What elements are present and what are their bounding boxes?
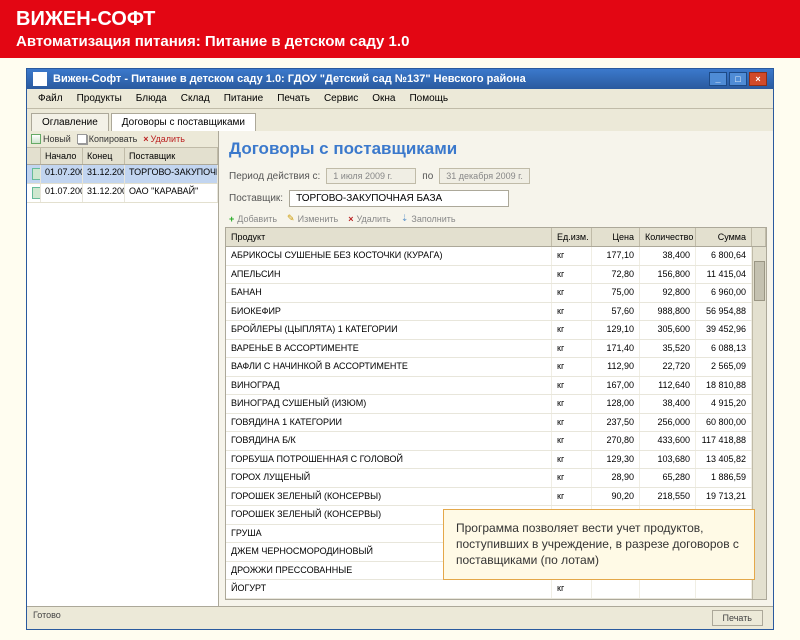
menu-warehouse[interactable]: Склад	[174, 91, 217, 106]
supplier-label: Поставщик:	[229, 193, 283, 204]
menu-help[interactable]: Помощь	[402, 91, 455, 106]
table-row[interactable]: ГОВЯДИНА Б/Ккг270,80433,600117 418,88	[226, 432, 752, 451]
contract-row[interactable]: 01.07.2009 31.12.2009 ТОРГОВО-ЗАКУПОЧНАЯ…	[27, 165, 218, 184]
footer-print-button[interactable]: Печать	[712, 610, 763, 626]
table-row[interactable]: ВИНОГРАД СУШЕНЫЙ (ИЗЮМ)кг128,0038,4004 9…	[226, 395, 752, 414]
new-button[interactable]: Новый	[31, 134, 71, 144]
col-unit[interactable]: Ед.изм.	[552, 228, 592, 246]
tabs: Оглавление Договоры с поставщиками	[27, 109, 773, 131]
banner-title: ВИЖЕН-СОФТ	[16, 8, 784, 31]
grid-edit-button[interactable]: ✎Изменить	[287, 213, 338, 224]
right-pane: Договоры с поставщиками Период действия …	[219, 131, 773, 606]
menu-print[interactable]: Печать	[270, 91, 317, 106]
menu-nutrition[interactable]: Питание	[217, 91, 270, 106]
table-row[interactable]: БИОКЕФИРкг57,60988,80056 954,88	[226, 303, 752, 322]
col-end: Конец	[83, 148, 125, 164]
delete-button[interactable]: ×Удалить	[143, 134, 185, 144]
menu-dishes[interactable]: Блюда	[129, 91, 174, 106]
left-grid-header: Начало Конец Поставщик	[27, 148, 218, 165]
table-row[interactable]: ГОРБУША ПОТРОШЕННАЯ С ГОЛОВОЙкг129,30103…	[226, 451, 752, 470]
period-filter: Период действия с: 1 июля 2009 г. по 31 …	[219, 165, 773, 187]
page-title: Договоры с поставщиками	[219, 131, 773, 165]
banner-subtitle: Автоматизация питания: Питание в детском…	[16, 33, 784, 50]
copy-button[interactable]: Копировать	[77, 134, 137, 144]
delete-icon: ×	[348, 214, 353, 224]
grid-add-button[interactable]: +Добавить	[229, 213, 277, 224]
app-icon	[33, 72, 47, 86]
delete-icon: ×	[143, 134, 148, 144]
menu-products[interactable]: Продукты	[70, 91, 129, 106]
left-toolbar: Новый Копировать ×Удалить	[27, 131, 218, 148]
col-supplier: Поставщик	[125, 148, 218, 164]
info-callout: Программа позволяет вести учет продуктов…	[443, 509, 755, 580]
grid-delete-button[interactable]: ×Удалить	[348, 213, 391, 224]
col-price[interactable]: Цена	[592, 228, 640, 246]
grid-fill-button[interactable]: ⇣Заполнить	[401, 213, 456, 224]
table-row[interactable]: ВАРЕНЬЕ В АССОРТИМЕНТЕкг171,4035,5206 08…	[226, 340, 752, 359]
table-row[interactable]: ГОВЯДИНА 1 КАТЕГОРИИкг237,50256,00060 80…	[226, 414, 752, 433]
menu-windows[interactable]: Окна	[365, 91, 402, 106]
table-row[interactable]: ВАФЛИ С НАЧИНКОЙ В АССОРТИМЕНТЕкг112,902…	[226, 358, 752, 377]
period-to-select[interactable]: 31 декабря 2009 г.	[439, 168, 530, 184]
app-window: Вижен-Софт - Питание в детском саду 1.0:…	[26, 68, 774, 630]
statusbar: Готово Печать	[27, 606, 773, 629]
checkbox-icon[interactable]	[32, 168, 41, 180]
copy-icon	[77, 134, 87, 144]
status-ready: Готово	[33, 610, 61, 626]
table-row[interactable]: ГОРОШЕК ЗЕЛЕНЫЙ (КОНСЕРВЫ)кг90,20218,550…	[226, 488, 752, 507]
maximize-button[interactable]: □	[729, 72, 747, 86]
table-row[interactable]: БРОЙЛЕРЫ (ЦЫПЛЯТА) 1 КАТЕГОРИИкг129,1030…	[226, 321, 752, 340]
fill-icon: ⇣	[401, 213, 409, 224]
table-row[interactable]: ГОРОХ ЛУЩЕНЫЙкг28,9065,2801 886,59	[226, 469, 752, 488]
menu-service[interactable]: Сервис	[317, 91, 365, 106]
table-row[interactable]: ЙОГУРТкг	[226, 580, 752, 599]
period-from-select[interactable]: 1 июля 2009 г.	[326, 168, 416, 184]
supplier-filter: Поставщик: ТОРГОВО-ЗАКУПОЧНАЯ БАЗА	[219, 187, 773, 210]
window-title: Вижен-Софт - Питание в детском саду 1.0:…	[53, 73, 526, 85]
new-icon	[31, 134, 41, 144]
table-row[interactable]: ВИНОГРАДкг167,00112,64018 810,88	[226, 377, 752, 396]
scroll-thumb[interactable]	[754, 261, 765, 301]
table-row[interactable]: АБРИКОСЫ СУШЕНЫЕ БЕЗ КОСТОЧКИ (КУРАГА)кг…	[226, 247, 752, 266]
menu-file[interactable]: Файл	[31, 91, 70, 106]
col-quantity[interactable]: Количество	[640, 228, 696, 246]
period-label: Период действия с:	[229, 171, 320, 182]
grid-header: Продукт Ед.изм. Цена Количество Сумма	[226, 228, 766, 247]
col-sum[interactable]: Сумма	[696, 228, 752, 246]
col-product[interactable]: Продукт	[226, 228, 552, 246]
plus-icon: +	[229, 214, 234, 224]
banner: ВИЖЕН-СОФТ Автоматизация питания: Питани…	[0, 0, 800, 58]
checkbox-icon[interactable]	[32, 187, 41, 199]
table-row[interactable]: БАНАНкг75,0092,8006 960,00	[226, 284, 752, 303]
col-start: Начало	[41, 148, 83, 164]
pencil-icon: ✎	[287, 213, 295, 224]
close-button[interactable]: ×	[749, 72, 767, 86]
table-row[interactable]: АПЕЛЬСИНкг72,80156,80011 415,04	[226, 266, 752, 285]
supplier-input[interactable]: ТОРГОВО-ЗАКУПОЧНАЯ БАЗА	[289, 190, 509, 207]
titlebar: Вижен-Софт - Питание в детском саду 1.0:…	[27, 69, 773, 89]
menubar: Файл Продукты Блюда Склад Питание Печать…	[27, 89, 773, 109]
minimize-button[interactable]: _	[709, 72, 727, 86]
tab-contracts[interactable]: Договоры с поставщиками	[111, 113, 256, 131]
grid-toolbar: +Добавить ✎Изменить ×Удалить ⇣Заполнить	[219, 210, 773, 227]
contract-row[interactable]: 01.07.2009 31.12.2009 ОАО "КАРАВАЙ"	[27, 184, 218, 203]
tab-overview[interactable]: Оглавление	[31, 113, 109, 131]
left-pane: Новый Копировать ×Удалить Начало Конец П…	[27, 131, 219, 606]
